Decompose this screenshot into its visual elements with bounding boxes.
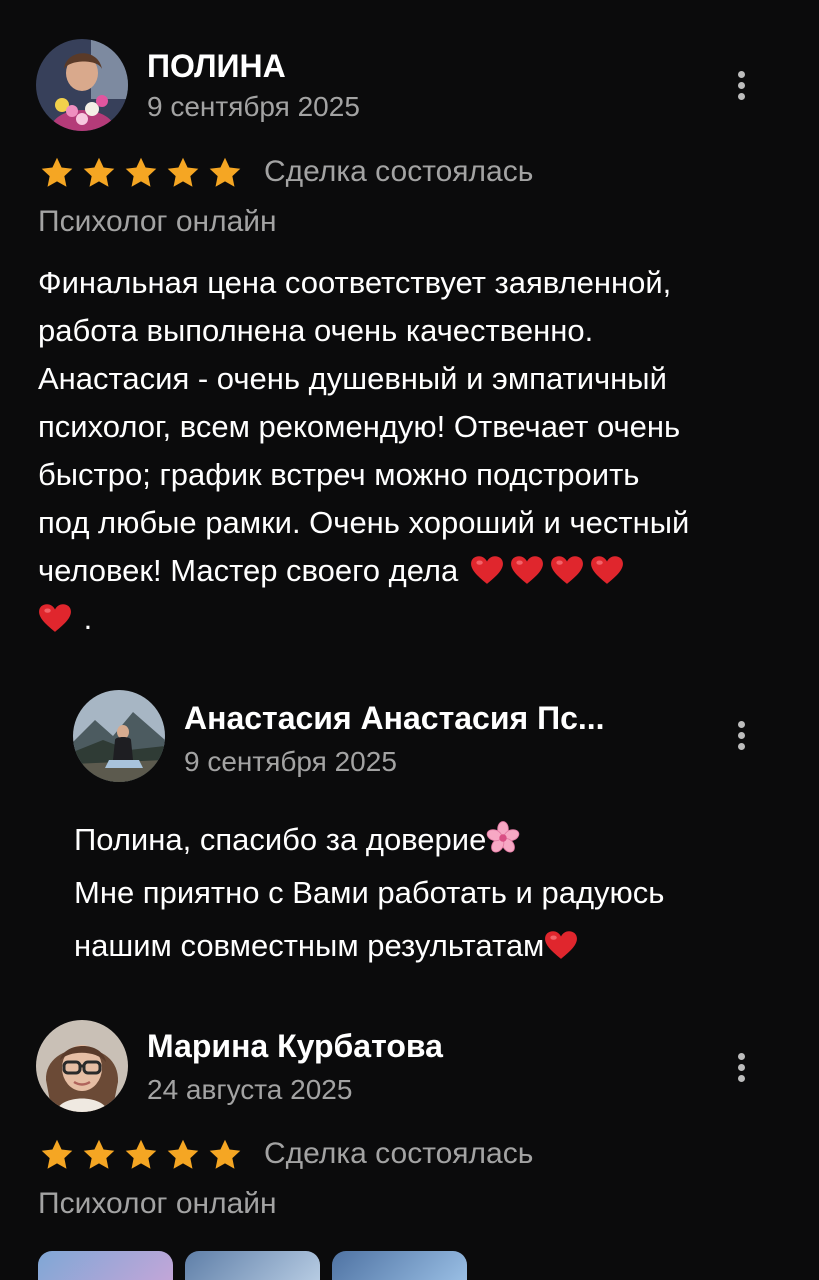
avatar[interactable]: [36, 1020, 128, 1112]
reply-date: 9 сентября 2025: [184, 746, 397, 777]
heart-emoji-icon: [544, 930, 578, 960]
avatar[interactable]: [73, 690, 165, 782]
more-vertical-icon[interactable]: [731, 717, 751, 753]
review-text-line: психолог, всем рекомендую! Отвечает очен…: [38, 409, 681, 444]
service-name: Психолог онлайн: [38, 1187, 277, 1220]
review-text-segment: человек! Мастер своего дела: [38, 553, 459, 588]
star-icon: [38, 155, 76, 191]
review-text: Финальная цена соответствует заявленной,…: [38, 259, 689, 643]
reply-text-segment: нашим совместным результатам: [74, 928, 545, 963]
star-icon: [164, 155, 202, 191]
avatar[interactable]: [36, 39, 128, 131]
reply-text: Полина, спасибо за доверие Мне приятно с…: [74, 813, 664, 972]
review-text-line: быстро; график встреч можно подстроить: [38, 457, 640, 492]
heart-emoji-icon: [510, 555, 544, 585]
photo-thumbnails: [38, 1251, 467, 1280]
review-text-line: Финальная цена соответствует заявленной,: [38, 265, 672, 300]
review-text-line: под любые рамки. Очень хороший и честный: [38, 505, 690, 540]
star-icon: [206, 1137, 244, 1173]
star-icon: [164, 1137, 202, 1173]
heart-emoji-icon: [590, 555, 624, 585]
heart-emoji-icon: [38, 603, 72, 633]
star-icon: [80, 155, 118, 191]
more-vertical-icon[interactable]: [731, 1049, 751, 1085]
review-text-line: человек! Мастер своего дела: [38, 547, 689, 595]
deal-status: Сделка состоялась: [264, 1137, 534, 1170]
review-text-line: работа выполнена очень качественно.: [38, 313, 594, 348]
review-date: 24 августа 2025: [147, 1074, 353, 1105]
review-text-line: .: [38, 595, 689, 643]
more-vertical-icon[interactable]: [731, 67, 751, 103]
deal-status: Сделка состоялась: [264, 155, 534, 188]
photo-thumbnail[interactable]: [332, 1251, 467, 1280]
review-date: 9 сентября 2025: [147, 91, 360, 122]
star-icon: [80, 1137, 118, 1173]
reviewer-name[interactable]: ПОЛИНА: [147, 48, 286, 85]
heart-emoji-icon: [550, 555, 584, 585]
reviewer-name[interactable]: Марина Курбатова: [147, 1028, 443, 1065]
star-icon: [206, 155, 244, 191]
review-text-line: Анастасия - очень душевный и эмпатичный: [38, 361, 667, 396]
reply-text-line: нашим совместным результатам: [74, 919, 664, 972]
heart-emoji-icon: [470, 555, 504, 585]
reply-text-segment: Полина, спасибо за доверие: [74, 822, 487, 857]
rating-stars: [38, 1137, 244, 1173]
service-name: Психолог онлайн: [38, 205, 277, 238]
reply-author-name[interactable]: Анастасия Анастасия Пс...: [184, 700, 605, 737]
review-text-segment: .: [83, 601, 93, 636]
star-icon: [122, 155, 160, 191]
photo-thumbnail[interactable]: [38, 1251, 173, 1280]
reply-text-line: Мне приятно с Вами работать и радуюсь: [74, 875, 665, 910]
star-icon: [38, 1137, 76, 1173]
reply-text-line: Полина, спасибо за доверие: [74, 813, 664, 866]
photo-thumbnail[interactable]: [185, 1251, 320, 1280]
star-icon: [122, 1137, 160, 1173]
cherry-blossom-emoji-icon: [486, 821, 520, 855]
rating-stars: [38, 155, 244, 191]
